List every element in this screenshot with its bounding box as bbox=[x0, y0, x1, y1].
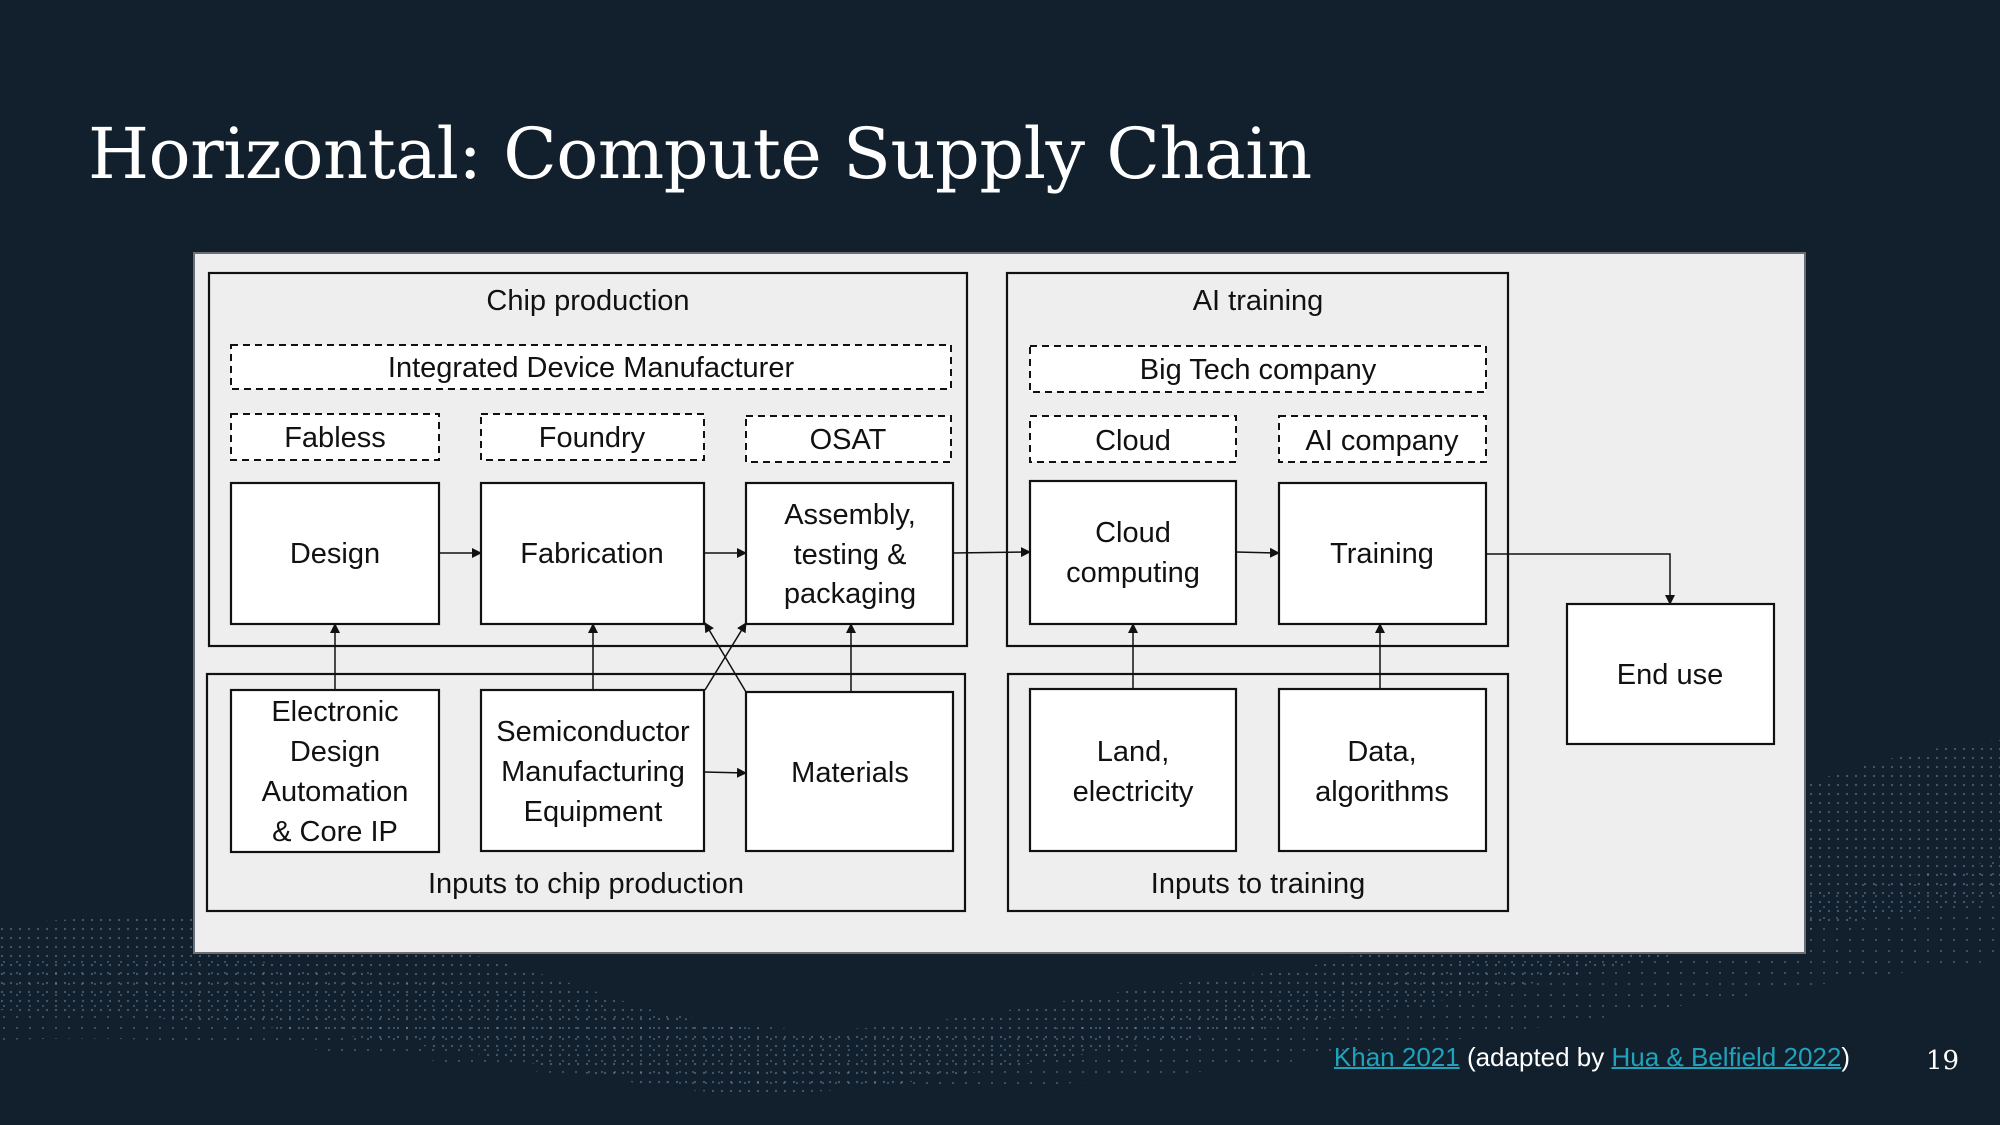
svg-text:algorithms: algorithms bbox=[1315, 776, 1449, 808]
group-label-inputs-chip: Inputs to chip production bbox=[428, 868, 744, 900]
svg-text:Fabless: Fabless bbox=[284, 422, 386, 454]
org-label-foundry: Foundry bbox=[480, 413, 705, 461]
svg-text:Land,: Land, bbox=[1097, 736, 1170, 768]
svg-text:Fabrication: Fabrication bbox=[520, 538, 663, 570]
svg-text:Integrated Device Manufacturer: Integrated Device Manufacturer bbox=[388, 352, 795, 384]
svg-text:Electronic: Electronic bbox=[271, 696, 398, 728]
org-label-fabless: Fabless bbox=[230, 413, 440, 461]
node-end-use: End use bbox=[1565, 602, 1776, 746]
svg-text:Training: Training bbox=[1330, 538, 1434, 570]
svg-text:packaging: packaging bbox=[784, 578, 916, 610]
group-label-inputs-training: Inputs to training bbox=[1151, 868, 1365, 900]
svg-text:Semiconductor: Semiconductor bbox=[496, 716, 690, 748]
node-assembly-testing-packaging: Assembly, testing & packaging bbox=[744, 481, 955, 626]
group-label-chip-production: Chip production bbox=[486, 285, 689, 317]
citation-link-hua-belfield-2022[interactable]: Hua & Belfield 2022 bbox=[1612, 1042, 1842, 1072]
page-number: 19 bbox=[1926, 1046, 1960, 1076]
svg-text:OSAT: OSAT bbox=[810, 424, 887, 456]
svg-text:End use: End use bbox=[1617, 659, 1723, 691]
svg-text:Design: Design bbox=[290, 538, 380, 570]
edge-sme-materials bbox=[703, 767, 747, 778]
citation-link-khan-2021[interactable]: Khan 2021 bbox=[1334, 1042, 1460, 1072]
org-label-cloud: Cloud bbox=[1029, 415, 1237, 463]
svg-text:Data,: Data, bbox=[1347, 736, 1416, 768]
svg-text:Materials: Materials bbox=[791, 757, 909, 789]
svg-text:Assembly,: Assembly, bbox=[784, 499, 916, 531]
svg-text:Automation: Automation bbox=[262, 776, 409, 808]
node-materials: Materials bbox=[744, 690, 955, 853]
org-label-osat: OSAT bbox=[745, 415, 952, 463]
node-fabrication: Fabrication bbox=[479, 481, 706, 626]
svg-text:Cloud: Cloud bbox=[1095, 517, 1171, 549]
org-label-ai-company: AI company bbox=[1278, 415, 1487, 463]
node-cloud-computing: Cloud computing bbox=[1028, 479, 1238, 626]
svg-text:& Core IP: & Core IP bbox=[272, 816, 398, 848]
svg-text:Cloud: Cloud bbox=[1095, 425, 1171, 457]
edge-training-enduse bbox=[1486, 553, 1675, 605]
citation: Khan 2021 (adapted by Hua & Belfield 202… bbox=[1334, 1042, 1850, 1073]
org-label-idm: Integrated Device Manufacturer bbox=[230, 344, 952, 390]
citation-text: (adapted by bbox=[1459, 1042, 1612, 1072]
svg-text:Big Tech company: Big Tech company bbox=[1140, 354, 1377, 386]
edge-atp-cloud bbox=[952, 547, 1031, 558]
svg-text:Foundry: Foundry bbox=[539, 422, 646, 454]
svg-text:computing: computing bbox=[1066, 557, 1200, 589]
edge-cloud-training bbox=[1235, 547, 1280, 558]
group-label-ai-training: AI training bbox=[1193, 285, 1324, 317]
node-data-algorithms: Data, algorithms bbox=[1277, 687, 1488, 853]
node-semiconductor-manufacturing-equipment: Semiconductor Manufacturing Equipment bbox=[479, 688, 706, 853]
svg-text:testing &: testing & bbox=[794, 539, 907, 571]
org-label-big-tech: Big Tech company bbox=[1029, 345, 1487, 393]
svg-text:AI company: AI company bbox=[1305, 425, 1459, 457]
citation-close: ) bbox=[1841, 1042, 1850, 1072]
svg-text:Manufacturing: Manufacturing bbox=[501, 756, 685, 788]
supply-chain-diagram: Chip production AI training Inputs to ch… bbox=[205, 271, 1776, 913]
node-land-electricity: Land, electricity bbox=[1028, 687, 1238, 853]
node-training: Training bbox=[1277, 481, 1488, 626]
svg-text:Design: Design bbox=[290, 736, 380, 768]
svg-text:Equipment: Equipment bbox=[524, 796, 663, 828]
node-design: Design bbox=[229, 481, 441, 626]
svg-text:electricity: electricity bbox=[1073, 776, 1194, 808]
node-eda-core-ip: Electronic Design Automation & Core IP bbox=[229, 688, 441, 854]
